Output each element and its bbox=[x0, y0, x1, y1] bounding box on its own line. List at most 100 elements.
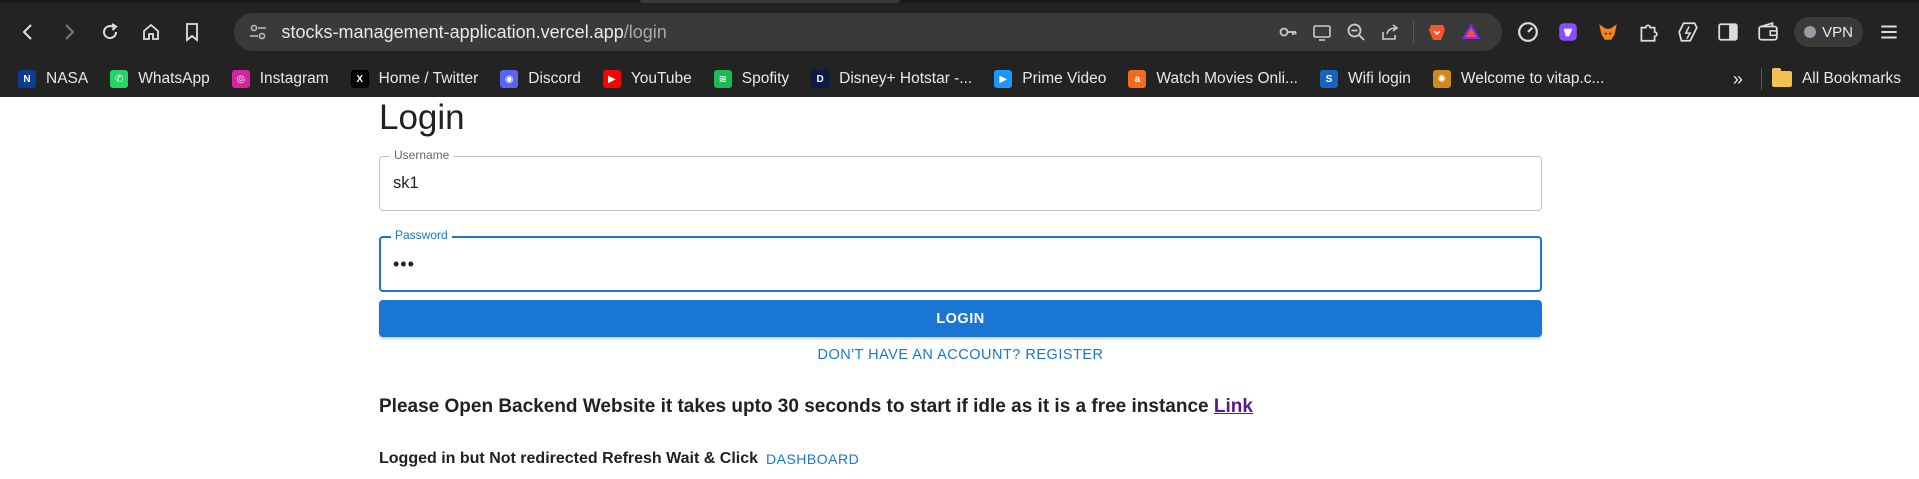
bookmark-item[interactable]: ▶ Prime Video bbox=[994, 65, 1106, 93]
forward-button[interactable] bbox=[51, 14, 86, 50]
back-button[interactable] bbox=[10, 14, 45, 50]
bookmarks-bar: N NASA ✆ WhatsApp ◎ Instagram X Home / Twitter ◉… bbox=[0, 61, 1919, 97]
extensions-menu-button[interactable] bbox=[1628, 14, 1668, 50]
reload-icon bbox=[102, 23, 118, 40]
username-field[interactable]: Username sk1 bbox=[379, 148, 1542, 211]
address-divider bbox=[1413, 21, 1415, 43]
leo-ai-button[interactable] bbox=[1668, 14, 1708, 50]
url-host: stocks-management-application.vercel.app bbox=[281, 21, 624, 42]
bookmark-icon bbox=[186, 23, 198, 42]
bookmark-item[interactable]: ◉ Discord bbox=[500, 65, 581, 93]
redirect-text: Logged in but Not redirected Refresh Wai… bbox=[379, 450, 758, 467]
active-tab-notch[interactable] bbox=[640, 0, 900, 3]
zoom-out-icon bbox=[1347, 23, 1365, 41]
backend-link[interactable]: Link bbox=[1214, 396, 1253, 417]
puzzle-icon bbox=[1640, 24, 1658, 42]
bookmark-favicon-icon: ▶ bbox=[994, 70, 1013, 88]
backend-notice-text: Please Open Backend Website it takes upt… bbox=[379, 396, 1214, 417]
wallet-button[interactable] bbox=[1748, 14, 1788, 50]
password-input[interactable]: ••• bbox=[393, 254, 415, 275]
zoom-button[interactable] bbox=[1339, 15, 1373, 49]
sidebar-toggle-button[interactable] bbox=[1708, 14, 1748, 50]
url-path: /login bbox=[623, 21, 667, 42]
vpn-button[interactable]: VPN bbox=[1794, 17, 1863, 47]
sidebar-icon bbox=[1718, 23, 1738, 41]
bookmark-label: Home / Twitter bbox=[378, 70, 479, 87]
brave-lion-icon bbox=[1429, 25, 1446, 40]
bookmark-item[interactable]: N NASA bbox=[18, 65, 88, 93]
fox-icon bbox=[1599, 24, 1617, 40]
bookmark-favicon-icon: ◎ bbox=[231, 70, 250, 88]
bookmark-item[interactable]: ≋ Spofity bbox=[713, 65, 790, 93]
page-title: Login bbox=[379, 98, 465, 137]
cast-button[interactable] bbox=[1305, 15, 1339, 49]
url-text[interactable]: stocks-management-application.vercel.app… bbox=[282, 22, 667, 43]
bookmark-page-button[interactable] bbox=[174, 14, 209, 50]
bookmark-favicon-icon: ✺ bbox=[1432, 70, 1451, 88]
home-button[interactable] bbox=[133, 14, 168, 50]
bookmark-item[interactable]: S Wifi login bbox=[1319, 65, 1411, 93]
back-arrow-icon bbox=[22, 24, 32, 40]
site-settings-icon[interactable] bbox=[248, 22, 268, 42]
tab-strip bbox=[0, 0, 1919, 3]
bookmark-label: YouTube bbox=[630, 70, 692, 87]
dashboard-button[interactable]: DASHBOARD bbox=[766, 451, 859, 467]
home-icon bbox=[142, 23, 159, 40]
bookmark-item[interactable]: ◎ Instagram bbox=[231, 65, 329, 93]
register-link[interactable]: DON'T HAVE AN ACCOUNT? REGISTER bbox=[379, 347, 1542, 363]
bookmark-label: Prime Video bbox=[1022, 70, 1107, 87]
bookmark-item[interactable]: ▶ YouTube bbox=[602, 65, 692, 93]
bookmark-favicon-icon: ✆ bbox=[110, 70, 129, 88]
bookmarks-overflow-button[interactable]: » bbox=[1733, 69, 1743, 90]
bookmark-favicon-icon: ▶ bbox=[602, 70, 621, 88]
brave-rewards-button[interactable] bbox=[1454, 15, 1488, 49]
speed-extension[interactable] bbox=[1508, 14, 1548, 50]
folder-icon bbox=[1771, 68, 1792, 87]
bookmark-label: Discord bbox=[528, 70, 581, 87]
purple-extension[interactable] bbox=[1548, 14, 1588, 50]
bookmarks-divider bbox=[1760, 68, 1762, 90]
bookmark-label: Welcome to vitap.c... bbox=[1460, 70, 1605, 87]
rewards-triangle-icon bbox=[1462, 24, 1481, 39]
redirect-notice: Logged in but Not redirected Refresh Wai… bbox=[379, 450, 859, 468]
bookmark-favicon-icon: S bbox=[1319, 70, 1338, 88]
bookmark-item[interactable]: ✆ WhatsApp bbox=[110, 65, 210, 93]
username-label: Username bbox=[390, 148, 454, 162]
address-bar[interactable]: stocks-management-application.vercel.app… bbox=[233, 13, 1503, 51]
key-icon bbox=[1279, 27, 1297, 37]
bookmark-favicon-icon: ◉ bbox=[500, 70, 519, 88]
share-icon bbox=[1382, 24, 1399, 40]
vpn-status-icon bbox=[1804, 26, 1817, 38]
bookmark-favicon-icon: D bbox=[811, 70, 830, 88]
bookmark-label: Instagram bbox=[259, 70, 329, 87]
password-key-button[interactable] bbox=[1271, 15, 1305, 49]
password-field[interactable]: Password ••• bbox=[379, 228, 1542, 292]
hamburger-menu-icon bbox=[1881, 25, 1897, 39]
brave-shields-button[interactable] bbox=[1420, 15, 1454, 49]
bookmark-favicon-icon: N bbox=[18, 70, 36, 88]
main-menu-button[interactable] bbox=[1869, 14, 1909, 50]
page-content: Login Username sk1 Password ••• LOGIN DO… bbox=[0, 97, 1919, 479]
bookmark-item[interactable]: X Home / Twitter bbox=[350, 65, 479, 93]
username-input[interactable]: sk1 bbox=[393, 174, 419, 193]
bookmark-item[interactable]: a Watch Movies Onli... bbox=[1128, 65, 1298, 93]
backend-notice: Please Open Backend Website it takes upt… bbox=[379, 396, 1253, 418]
bookmark-label: Watch Movies Onli... bbox=[1156, 70, 1298, 87]
all-bookmarks-button[interactable]: All Bookmarks bbox=[1802, 70, 1901, 88]
bookmark-label: Wifi login bbox=[1347, 70, 1411, 87]
metamask-extension[interactable] bbox=[1588, 14, 1628, 50]
browser-chrome: stocks-management-application.vercel.app… bbox=[0, 0, 1919, 97]
forward-arrow-icon bbox=[64, 24, 75, 40]
leo-spark-icon bbox=[1678, 22, 1698, 42]
extensions-area: VPN bbox=[1508, 14, 1909, 50]
bookmark-item[interactable]: D Disney+ Hotstar -... bbox=[811, 65, 972, 93]
bookmark-label: Spofity bbox=[741, 70, 790, 87]
reload-button[interactable] bbox=[92, 14, 127, 50]
bookmarks-right: » All Bookmarks bbox=[1733, 61, 1901, 97]
login-button[interactable]: LOGIN bbox=[379, 300, 1542, 337]
share-button[interactable] bbox=[1373, 15, 1407, 49]
vpn-label: VPN bbox=[1822, 23, 1853, 41]
password-label: Password bbox=[391, 228, 452, 242]
bookmark-label: Disney+ Hotstar -... bbox=[839, 70, 973, 87]
bookmark-item[interactable]: ✺ Welcome to vitap.c... bbox=[1432, 65, 1605, 93]
